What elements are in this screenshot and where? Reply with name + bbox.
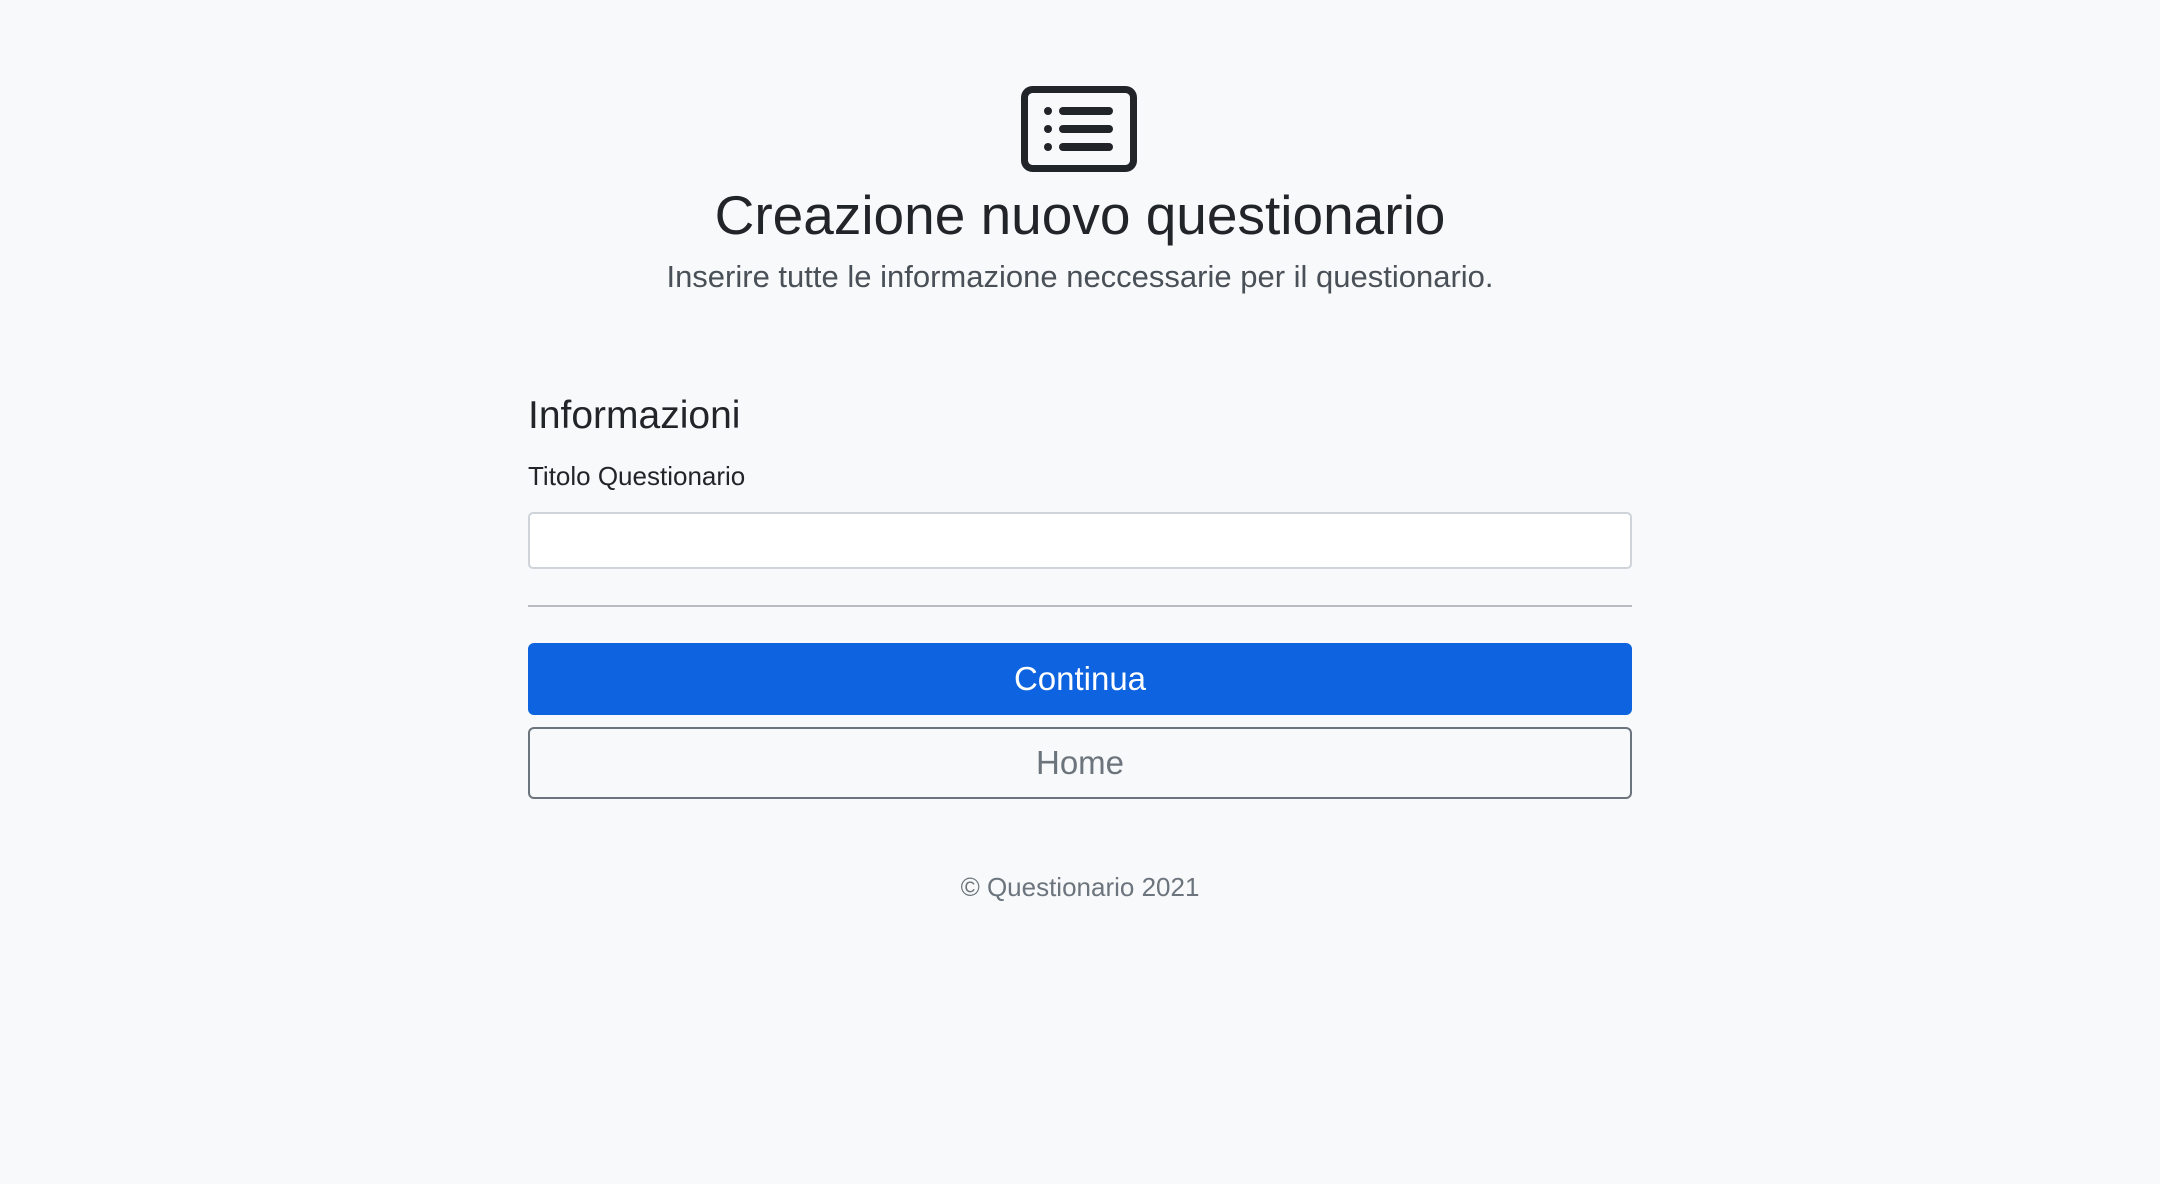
title-input[interactable] bbox=[528, 512, 1632, 569]
footer-copyright: © Questionario 2021 bbox=[960, 872, 1200, 902]
section-title: Informazioni bbox=[528, 394, 741, 437]
home-button[interactable]: Home bbox=[528, 727, 1632, 799]
page-subtitle: Inserire tutte le informazione neccessar… bbox=[666, 259, 1494, 294]
page-title: Creazione nuovo questionario bbox=[714, 184, 1446, 246]
divider bbox=[528, 605, 1632, 607]
title-field-label: Titolo Questionario bbox=[528, 461, 746, 491]
continue-button[interactable]: Continua bbox=[528, 643, 1632, 715]
questionnaire-form: Informazioni Titolo Questionario Continu… bbox=[528, 388, 1632, 799]
list-card-icon bbox=[1021, 86, 1137, 172]
